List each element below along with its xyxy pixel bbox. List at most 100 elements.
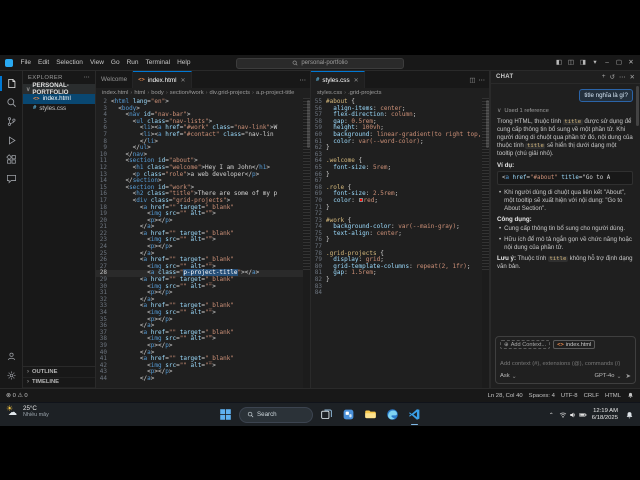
notification-bell-icon[interactable]	[623, 409, 636, 422]
editor-scrollbar[interactable]	[486, 100, 489, 148]
explorer-icon[interactable]	[0, 74, 22, 93]
menu-edit[interactable]: Edit	[34, 57, 52, 68]
taskbar-search[interactable]: Search	[239, 406, 313, 423]
start-button[interactable]	[217, 406, 234, 423]
tray-overflow-icon[interactable]: ⌃	[549, 412, 554, 419]
chat-mode-picker[interactable]: Ask ⌄	[500, 373, 517, 380]
taskbar-app-edge[interactable]	[384, 406, 401, 423]
close-icon[interactable]: ✕	[180, 77, 185, 84]
taskbar-app-widgets[interactable]	[340, 406, 357, 423]
status-utf8[interactable]: UTF-8	[561, 393, 578, 399]
breadcrumb-item[interactable]: .grid-projects	[348, 90, 382, 96]
more-icon[interactable]: ⋯	[479, 76, 486, 84]
code-line[interactable]: 83	[311, 283, 482, 291]
chat-icon[interactable]	[0, 169, 22, 188]
taskbar-app-file-explorer[interactable]	[362, 406, 379, 423]
more-icon[interactable]: ⋯	[619, 73, 626, 81]
command-center-search[interactable]: personal-portfolio	[236, 57, 404, 69]
account-icon[interactable]	[0, 347, 22, 366]
split-editor-icon[interactable]: ◫	[469, 76, 475, 84]
bell-icon[interactable]	[627, 392, 634, 399]
breadcrumb-item[interactable]: styles.css	[317, 90, 342, 96]
taskbar-clock[interactable]: 12:19 AM 6/18/2025	[592, 408, 618, 422]
windows-taskbar: ☀ ☁ 25°C Nhiều mây Search ⌃ 12:19 AM 6/18…	[0, 402, 640, 426]
toggle-secondary-sidebar-icon[interactable]: ◨	[577, 55, 589, 70]
menu-terminal[interactable]: Terminal	[142, 57, 174, 68]
tray-status-icons[interactable]	[559, 406, 587, 424]
close-icon[interactable]: ✕	[354, 77, 359, 84]
sidebar-section-outline[interactable]: › OUTLINE	[23, 367, 95, 378]
code-line[interactable]: 84	[311, 290, 482, 297]
code-line[interactable]: 76}	[311, 237, 482, 244]
toggle-sidebar-icon[interactable]: ◧	[553, 55, 565, 70]
weather-temperature: 25°C	[23, 405, 37, 412]
toggle-panel-icon[interactable]: ◫	[565, 55, 577, 70]
chat-reference-row[interactable]: ∨ Used 1 reference	[497, 107, 633, 115]
close-icon[interactable]: ✕	[630, 73, 635, 81]
chat-input[interactable]	[500, 359, 631, 369]
run-debug-icon[interactable]	[0, 131, 22, 150]
menu-go[interactable]: Go	[107, 57, 123, 68]
tab-index.html[interactable]: <> index.html ✕	[133, 71, 192, 88]
editor-scrollbar[interactable]	[307, 100, 310, 148]
history-icon[interactable]: ↺	[610, 73, 615, 81]
menu-selection[interactable]: Selection	[53, 57, 87, 68]
taskbar-app-vscode[interactable]	[406, 406, 423, 425]
volume-icon[interactable]	[569, 406, 577, 424]
new-chat-icon[interactable]: +	[602, 73, 606, 81]
wifi-icon[interactable]	[559, 406, 567, 424]
search-icon[interactable]	[0, 93, 22, 112]
file-item-styles.css[interactable]: # styles.css	[23, 104, 95, 114]
menu-help[interactable]: Help	[174, 57, 194, 68]
code-text: font-size: 5rem;	[333, 163, 392, 171]
breadcrumb-item[interactable]: a.p-project-title	[256, 90, 294, 96]
chat-scrollbar[interactable]	[636, 86, 639, 126]
folder-root[interactable]: ∨ PERSONAL-PORTFOLIO	[23, 82, 95, 96]
breadcrumb-item[interactable]: body	[151, 90, 164, 96]
chat-model-picker[interactable]: GPT-4o ⌄	[595, 373, 622, 380]
menu-view[interactable]: View	[86, 57, 107, 68]
sidebar-section-timeline[interactable]: › TIMELINE	[23, 378, 95, 388]
more-icon[interactable]: ⋯	[300, 76, 307, 84]
battery-icon[interactable]	[579, 406, 587, 424]
tab-styles.css[interactable]: # styles.css ✕	[311, 71, 365, 88]
status-ln[interactable]: Ln 28, Col 40	[488, 393, 523, 399]
status-spaces[interactable]: Spaces: 4	[529, 393, 555, 399]
breadcrumb-item[interactable]: index.html	[102, 90, 128, 96]
code-line[interactable]: 81 gap: 1.5rem;	[311, 270, 482, 277]
status-html[interactable]: HTML	[605, 393, 621, 399]
close-icon[interactable]: ✕	[625, 55, 637, 70]
code-line[interactable]: 61 color: var(--word-color);	[311, 138, 482, 146]
customize-layout-icon[interactable]: ▾	[589, 55, 601, 70]
maximize-icon[interactable]: ▢	[613, 55, 625, 70]
chevron-down-icon: ⌄	[616, 373, 622, 380]
code-line[interactable]: 44 </a>	[96, 375, 303, 383]
extensions-icon[interactable]	[0, 150, 22, 169]
settings-icon[interactable]	[0, 366, 22, 385]
status-crlf[interactable]: CRLF	[584, 393, 599, 399]
file-item-index.html[interactable]: <> index.html	[23, 94, 95, 104]
add-context-button[interactable]: ⊕ Add Context...	[500, 340, 551, 349]
more-actions-icon[interactable]: ⋯	[84, 75, 90, 81]
breadcrumb-item[interactable]: section#work	[170, 90, 204, 96]
menu-run[interactable]: Run	[123, 57, 142, 68]
code-line[interactable]: 75 text-align: center;	[311, 230, 482, 238]
menu-file[interactable]: File	[17, 57, 34, 68]
code-line[interactable]: 62}	[311, 145, 482, 152]
taskbar-weather-widget[interactable]: ☀ ☁ 25°C Nhiều mây	[6, 405, 49, 419]
code-line[interactable]: 71}	[311, 204, 482, 212]
minimize-icon[interactable]: –	[601, 55, 613, 70]
chat-send-button[interactable]: ➤	[626, 372, 631, 380]
taskbar-app-task-view[interactable]	[318, 406, 335, 423]
breadcrumb-item[interactable]: div.grid-projects	[210, 90, 251, 96]
code-line[interactable]: 82}	[311, 276, 482, 284]
current-file-chip[interactable]: <> index.html	[553, 340, 596, 349]
problems-indicator[interactable]: ⊗ 0 ⚠ 0	[6, 393, 28, 399]
code-line[interactable]: 70 color: red;	[311, 197, 482, 205]
code-line[interactable]: 65 font-size: 5rem;	[311, 163, 482, 172]
breadcrumb-item[interactable]: html	[134, 90, 145, 96]
tab-Welcome[interactable]: Welcome	[96, 71, 134, 88]
code-line[interactable]: 66}	[311, 171, 482, 179]
source-control-icon[interactable]	[0, 112, 22, 131]
chat-bullet-item: • Cung cấp thông tin bổ sung cho người dù…	[499, 225, 633, 233]
